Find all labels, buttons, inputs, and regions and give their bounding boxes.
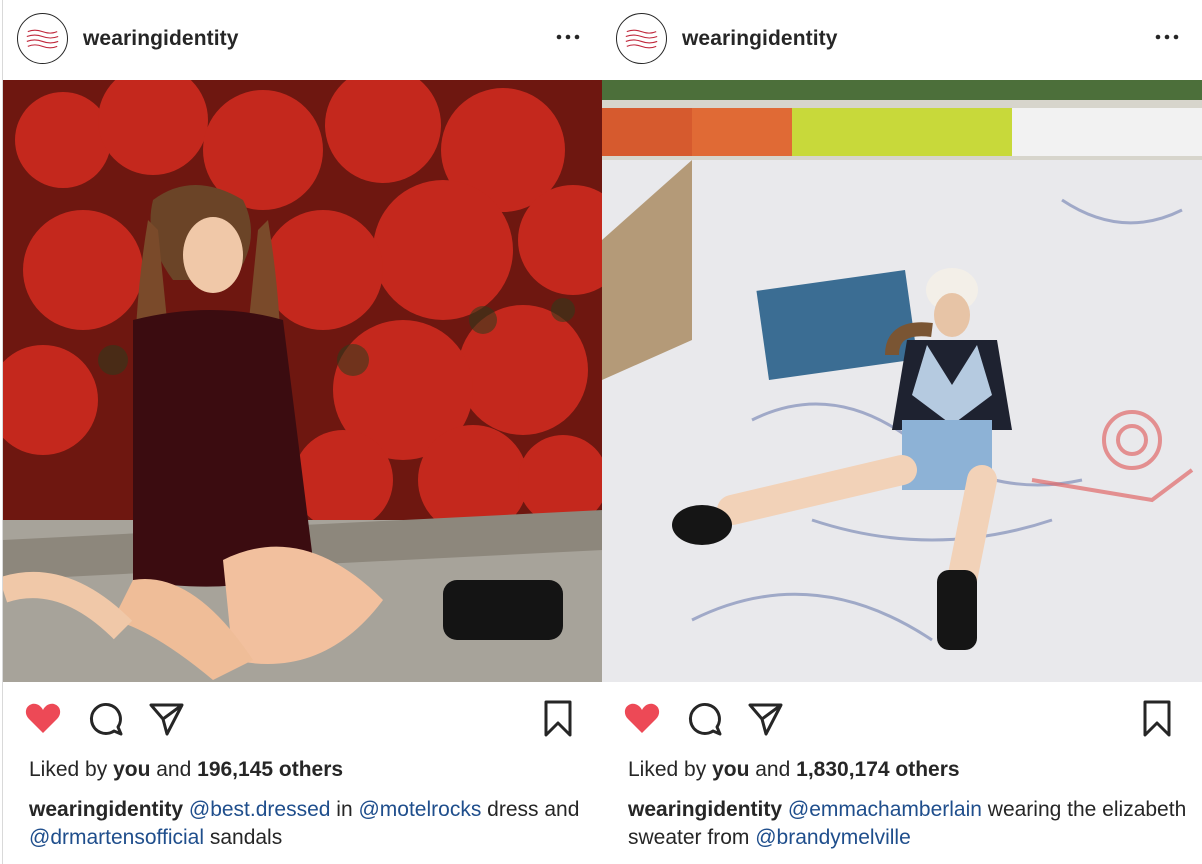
caption-mention[interactable]: @motelrocks <box>358 798 481 821</box>
post-username[interactable]: wearingidentity <box>83 27 239 51</box>
heart-icon[interactable] <box>23 698 63 738</box>
post-photo[interactable] <box>3 80 603 682</box>
likes-and: and <box>755 758 791 781</box>
avatar[interactable] <box>616 13 667 64</box>
avatar[interactable] <box>17 13 68 64</box>
likes-you[interactable]: you <box>113 758 150 781</box>
post-username[interactable]: wearingidentity <box>682 27 838 51</box>
caption-text: in <box>336 798 353 821</box>
post-photo[interactable] <box>602 80 1202 682</box>
more-icon[interactable] <box>553 22 583 52</box>
likes-others[interactable]: 196,145 others <box>197 758 343 781</box>
likes-others[interactable]: 1,830,174 others <box>796 758 959 781</box>
likes-count[interactable]: Liked by you and 1,830,174 others <box>628 758 960 782</box>
heart-icon[interactable] <box>622 698 662 738</box>
likes-and: and <box>156 758 192 781</box>
comment-icon[interactable] <box>85 698 125 738</box>
caption-author[interactable]: wearingidentity <box>628 798 782 821</box>
post-actions <box>602 682 1202 752</box>
caption-mention[interactable]: @emmachamberlain <box>788 798 982 821</box>
likes-prefix: Liked by <box>628 758 707 781</box>
share-icon[interactable] <box>745 698 785 738</box>
bookmark-icon[interactable] <box>538 698 578 738</box>
post-caption: wearingidentity @best.dressed in @motelr… <box>29 796 589 852</box>
likes-count[interactable]: Liked by you and 196,145 others <box>29 758 343 782</box>
bookmark-icon[interactable] <box>1137 698 1177 738</box>
post-header: wearingidentity <box>3 0 603 80</box>
caption-text: sandals <box>209 826 283 849</box>
caption-mention[interactable]: @best.dressed <box>189 798 331 821</box>
post-actions <box>3 682 603 752</box>
likes-you[interactable]: you <box>712 758 749 781</box>
caption-mention[interactable]: @brandymelville <box>755 826 911 849</box>
likes-prefix: Liked by <box>29 758 108 781</box>
post-header: wearingidentity <box>602 0 1202 80</box>
comment-icon[interactable] <box>684 698 724 738</box>
post-card: wearingidentity <box>2 0 603 864</box>
post-card: wearingidentity <box>602 0 1202 864</box>
caption-text: dress and <box>487 798 580 821</box>
post-caption: wearingidentity @emmachamberlain wearing… <box>628 796 1188 852</box>
caption-author[interactable]: wearingidentity <box>29 798 183 821</box>
more-icon[interactable] <box>1152 22 1182 52</box>
caption-mention[interactable]: @drmartensofficial <box>29 826 204 849</box>
share-icon[interactable] <box>146 698 186 738</box>
